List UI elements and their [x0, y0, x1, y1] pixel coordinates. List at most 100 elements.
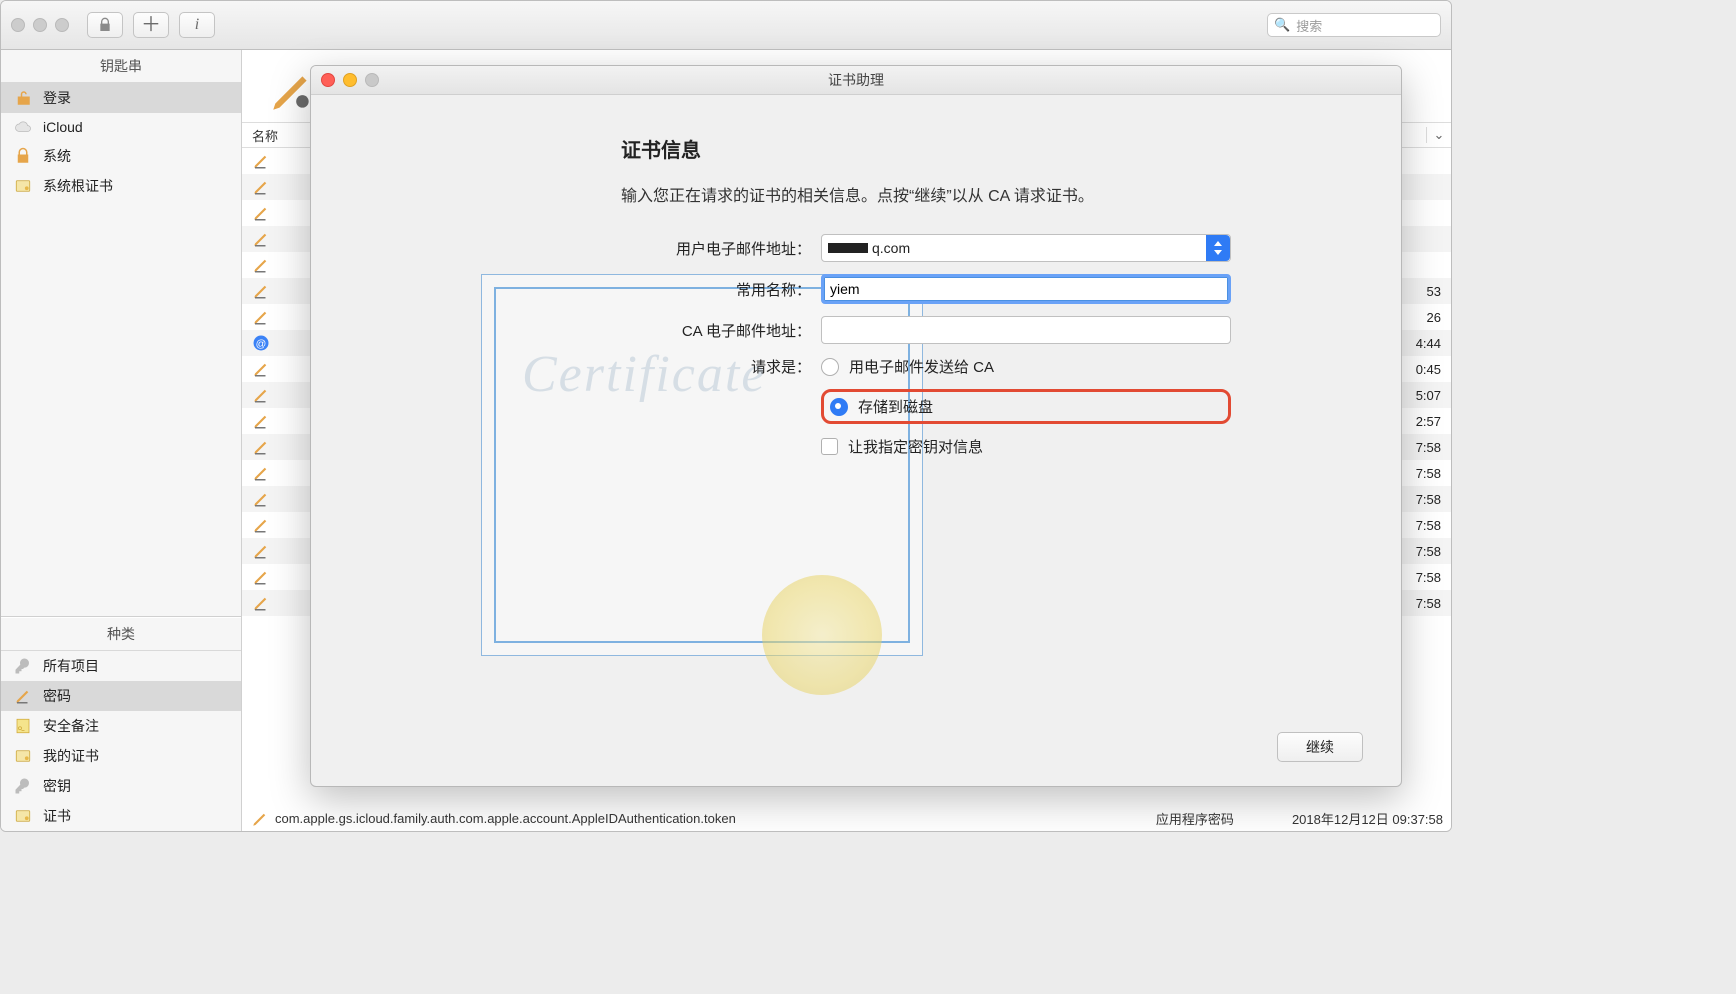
cert-icon [13, 807, 33, 825]
redacted-icon [828, 243, 868, 253]
keys-icon [13, 657, 33, 675]
categories: 种类 所有项目 密码 安全备注 [1, 616, 241, 831]
categories-header: 种类 [1, 617, 241, 651]
pencil-icon [252, 516, 270, 534]
category-certs[interactable]: 证书 [1, 801, 241, 831]
category-all[interactable]: 所有项目 [1, 651, 241, 681]
keychain-icloud[interactable]: iCloud [1, 113, 241, 141]
continue-button[interactable]: 继续 [1277, 732, 1363, 762]
cert-icon [13, 747, 33, 765]
lock-button[interactable] [87, 12, 123, 38]
key-icon [13, 777, 33, 795]
row-date: 7:58 [1416, 544, 1451, 559]
at-icon: @ [252, 334, 270, 352]
dropdown-icon[interactable] [1206, 235, 1230, 261]
checkbox-icon [821, 438, 838, 455]
modal-heading: 证书信息 [621, 134, 1351, 163]
certificate-assistant-window: 证书助理 Certificate 证书信息 输入您正在请求的证书的相关信息。点按… [310, 65, 1402, 787]
close-icon[interactable] [11, 18, 25, 32]
main: handoff-own-encryption-key 名称 ⌄ 5326@4:4… [242, 50, 1451, 831]
category-passwords[interactable]: 密码 [1, 681, 241, 711]
category-label: 所有项目 [43, 656, 99, 676]
category-label: 密码 [43, 686, 71, 706]
pencil-icon [13, 687, 33, 705]
row-date: 7:58 [1416, 570, 1451, 585]
continue-label: 继续 [1306, 737, 1334, 757]
pencil-icon [252, 568, 270, 586]
radio-send-label: 用电子邮件发送给 CA [849, 356, 994, 377]
row-date: 7:58 [1416, 466, 1451, 481]
row-date: 2:57 [1416, 414, 1451, 429]
radio-icon [830, 398, 848, 416]
label-request-is: 请求是： [621, 356, 811, 377]
category-label: 密钥 [43, 776, 71, 796]
category-keys[interactable]: 密钥 [1, 771, 241, 801]
radio-save-to-disk[interactable]: 存储到磁盘 [830, 396, 933, 417]
lock-open-icon [13, 89, 33, 107]
ca-email-field[interactable] [821, 316, 1231, 344]
pencil-icon [252, 490, 270, 508]
pencil-icon [252, 360, 270, 378]
keychain-label: iCloud [43, 119, 83, 135]
modal-titlebar: 证书助理 [311, 66, 1401, 95]
search-placeholder: 搜索 [1296, 16, 1322, 35]
radio-send-to-ca[interactable]: 用电子邮件发送给 CA [821, 356, 1231, 377]
info-button[interactable]: i [179, 12, 215, 38]
common-name-field[interactable] [821, 274, 1231, 304]
row-date: 0:45 [1416, 362, 1451, 377]
category-label: 我的证书 [43, 746, 99, 766]
keychain-system-roots[interactable]: 系统根证书 [1, 171, 241, 201]
add-button[interactable]: ＋ [133, 12, 169, 38]
pencil-icon [252, 542, 270, 560]
cert-icon [13, 177, 33, 195]
minimize-icon[interactable] [33, 18, 47, 32]
row-date: 53 [1427, 284, 1451, 299]
bottom-row-name: com.apple.gs.icloud.family.auth.com.appl… [275, 811, 736, 826]
window-traffic-lights[interactable] [11, 18, 69, 32]
user-email-combobox[interactable]: q.com [821, 234, 1231, 262]
modal-intro: 输入您正在请求的证书的相关信息。点按“继续”以从 CA 请求证书。 [621, 183, 1221, 210]
pencil-icon [252, 230, 270, 248]
form: 用户电子邮件地址： q.com 常用名称： CA 电子邮件地址： [621, 234, 1351, 457]
row-date: 7:58 [1416, 518, 1451, 533]
body: 钥匙串 登录 iCloud [1, 50, 1451, 831]
pencil-icon [252, 412, 270, 430]
cloud-icon [13, 118, 33, 136]
user-email-value: q.com [872, 240, 910, 256]
row-date: 7:58 [1416, 492, 1451, 507]
highlight-save-to-disk: 存储到磁盘 [821, 389, 1231, 424]
keychain-login[interactable]: 登录 [1, 83, 241, 113]
pencil-icon [252, 464, 270, 482]
zoom-icon[interactable] [55, 18, 69, 32]
chevron-down-icon[interactable]: ⌄ [1426, 127, 1451, 143]
sidebar: 钥匙串 登录 iCloud [1, 50, 242, 831]
pencil-icon [252, 152, 270, 170]
pencil-icon [252, 282, 270, 300]
category-my-certs[interactable]: 我的证书 [1, 741, 241, 771]
pencil-icon [252, 204, 270, 222]
keychain-label: 登录 [43, 88, 71, 108]
row-date: 7:58 [1416, 596, 1451, 611]
bottom-row-kind: 应用程序密码 [1156, 809, 1234, 828]
keychain-label: 系统 [43, 146, 71, 166]
keychain-access-window: ＋ i 🔍 搜索 钥匙串 登录 iC [0, 0, 1452, 832]
pencil-icon [252, 594, 270, 612]
checkbox-specify-keypair[interactable]: 让我指定密钥对信息 [821, 436, 1231, 457]
modal-title: 证书助理 [311, 70, 1401, 90]
row-date: 5:07 [1416, 388, 1451, 403]
note-icon [13, 717, 33, 735]
search-input[interactable]: 🔍 搜索 [1267, 13, 1441, 37]
row-date: 4:44 [1416, 336, 1451, 351]
category-label: 安全备注 [43, 716, 99, 736]
svg-text:@: @ [256, 338, 267, 350]
label-common-name: 常用名称： [621, 279, 811, 300]
modal-body: Certificate 证书信息 输入您正在请求的证书的相关信息。点按“继续”以… [311, 94, 1401, 786]
column-name[interactable]: 名称 [252, 126, 278, 145]
toolbar: ＋ i 🔍 搜索 [1, 1, 1451, 50]
info-icon: i [195, 16, 199, 34]
keychain-system[interactable]: 系统 [1, 141, 241, 171]
category-label: 证书 [43, 806, 71, 826]
category-notes[interactable]: 安全备注 [1, 711, 241, 741]
label-user-email: 用户电子邮件地址： [621, 238, 811, 259]
row-date: 26 [1427, 310, 1451, 325]
